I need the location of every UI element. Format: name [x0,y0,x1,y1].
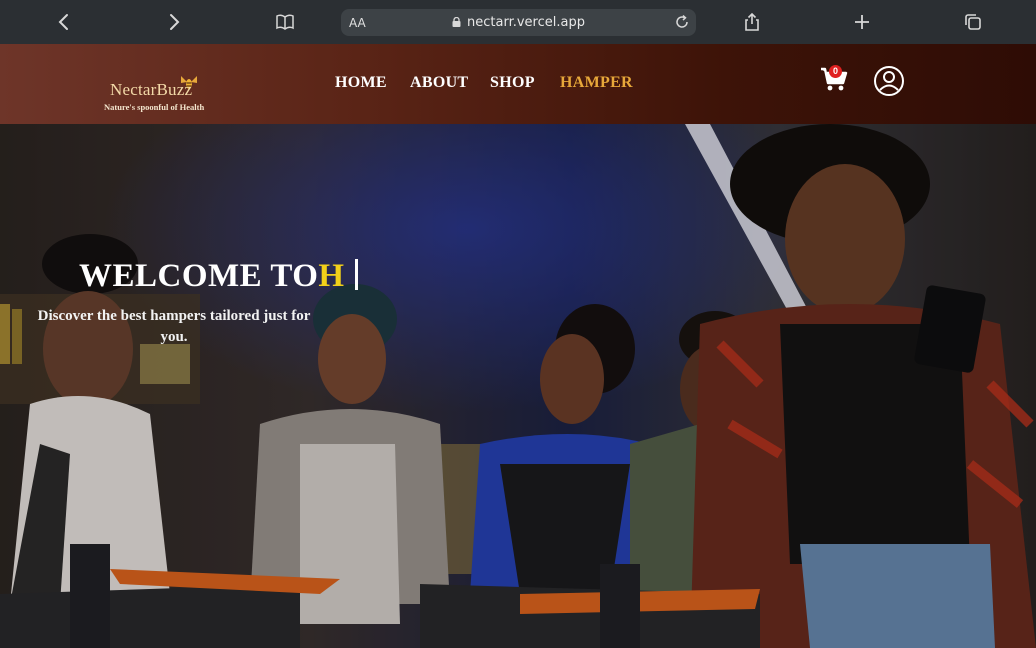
lock-icon [452,17,461,27]
cart-count-badge: 0 [829,65,842,78]
reader-icon [276,14,294,30]
welcome-text: WELCOME TO [79,258,319,294]
typing-caret [354,259,358,290]
hero-welcome-heading: WELCOME TOH [79,258,358,295]
nav-shop[interactable]: SHOP [490,74,535,92]
share-icon [745,12,759,31]
forward-button[interactable] [160,8,188,36]
hero-overlay [0,124,1036,648]
browser-toolbar: AA nectarr.vercel.app [0,0,1036,44]
logo-tagline: Nature's spoonful of Health [104,102,205,112]
nav-about[interactable]: ABOUT [410,74,468,92]
address-bar[interactable]: AA nectarr.vercel.app [341,9,696,36]
tabs-icon [965,14,981,30]
typed-text: H [318,258,345,294]
forward-icon [170,14,180,30]
back-button[interactable] [50,8,78,36]
nav-home[interactable]: HOME [335,74,387,92]
hero-subtitle: Discover the best hampers tailored just … [37,308,311,345]
logo-name: NectarBuzz [110,80,193,99]
user-icon[interactable] [873,65,905,97]
share-button[interactable] [738,8,766,36]
logo[interactable]: NectarBuzz Nature's spoonful of Health [104,74,214,114]
hero-banner [0,124,1036,648]
url-text: nectarr.vercel.app [467,15,585,30]
reader-button[interactable] [271,8,299,36]
tabs-button[interactable] [959,8,987,36]
back-icon [58,14,68,30]
cart-button[interactable]: 0 [820,65,850,94]
reload-icon[interactable] [674,14,690,30]
nav-hamper[interactable]: HAMPER [560,74,633,92]
new-tab-icon [855,15,869,29]
new-tab-button[interactable] [848,8,876,36]
